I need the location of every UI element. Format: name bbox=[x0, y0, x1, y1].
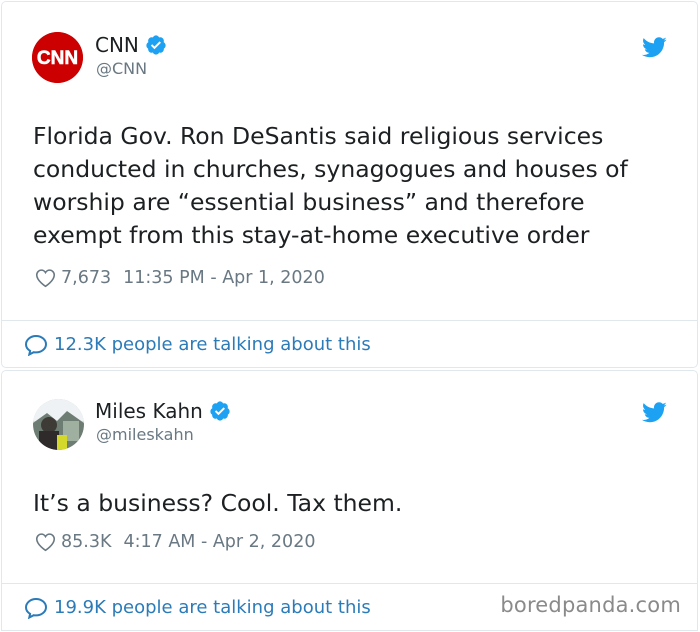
heart-outline-icon[interactable] bbox=[35, 532, 56, 552]
twitter-bird-icon[interactable] bbox=[642, 37, 667, 58]
author-name-row: CNN bbox=[95, 33, 167, 57]
verified-badge-icon bbox=[210, 401, 230, 421]
heart-outline-icon[interactable] bbox=[35, 268, 56, 288]
speech-bubble-icon bbox=[24, 597, 48, 619]
talking-link-row[interactable]: 12.3K people are talking about this bbox=[2, 320, 697, 368]
speech-bubble-icon bbox=[24, 334, 48, 356]
tweet-timestamp[interactable]: 4:17 AM - Apr 2, 2020 bbox=[123, 531, 315, 553]
tweet-text: It’s a business? Cool. Tax them. bbox=[33, 489, 403, 517]
tweet-meta: 7,673 11:35 PM - Apr 1, 2020 bbox=[35, 267, 325, 289]
talking-link[interactable]: 12.3K people are talking about this bbox=[54, 334, 371, 356]
like-count[interactable]: 7,673 bbox=[61, 267, 111, 289]
verified-badge-icon bbox=[146, 35, 166, 55]
author-name-row: Miles Kahn bbox=[95, 399, 231, 423]
cnn-logo-icon: CNN bbox=[32, 32, 83, 83]
like-count[interactable]: 85.3K bbox=[61, 531, 111, 553]
profile-photo-icon bbox=[33, 399, 84, 450]
tweet-card-cnn: CNN CNN @CNN Florida Gov. Ron DeSantis s… bbox=[1, 1, 698, 368]
avatar[interactable] bbox=[33, 399, 84, 450]
author-name[interactable]: CNN bbox=[95, 33, 139, 57]
talking-link[interactable]: 19.9K people are talking about this bbox=[54, 597, 371, 619]
tweet-card-mileskahn: Miles Kahn @mileskahn It’s a business? C… bbox=[1, 370, 698, 631]
twitter-bird-icon[interactable] bbox=[642, 402, 667, 423]
tweet-meta: 85.3K 4:17 AM - Apr 2, 2020 bbox=[35, 531, 315, 553]
tweet-timestamp[interactable]: 11:35 PM - Apr 1, 2020 bbox=[123, 267, 325, 289]
svg-text:CNN: CNN bbox=[37, 48, 78, 69]
author-handle[interactable]: @CNN bbox=[96, 59, 147, 79]
boredpanda-watermark: boredpanda.com bbox=[500, 593, 681, 617]
tweet-text: Florida Gov. Ron DeSantis said religious… bbox=[33, 122, 628, 249]
cnn-logo-avatar[interactable]: CNN bbox=[32, 32, 83, 83]
author-name[interactable]: Miles Kahn bbox=[95, 399, 203, 423]
author-handle[interactable]: @mileskahn bbox=[96, 425, 194, 445]
